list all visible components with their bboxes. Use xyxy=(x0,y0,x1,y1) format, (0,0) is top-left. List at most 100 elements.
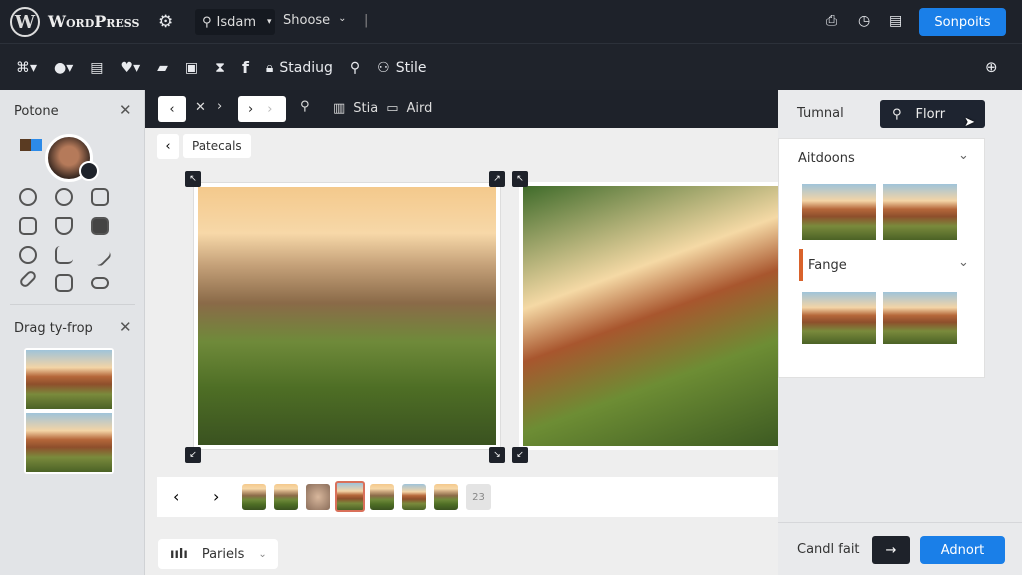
image-frame-left[interactable] xyxy=(193,182,501,450)
gear-icon[interactable]: ⚙ xyxy=(158,12,173,32)
chat-icon[interactable] xyxy=(55,188,73,206)
separator: | xyxy=(364,13,369,28)
status-text: Candl fait xyxy=(797,542,860,557)
bookmark-icon[interactable]: ▣ xyxy=(185,60,198,76)
search-icon: ⚲ xyxy=(202,14,212,30)
resize-handle-icon[interactable]: ↖ xyxy=(512,171,528,187)
card-icon xyxy=(20,139,42,151)
sonpoits-button[interactable]: Sonpoits xyxy=(919,8,1006,36)
forward-button[interactable]: › › xyxy=(238,96,286,122)
lock-label: Stadiug xyxy=(279,59,333,76)
chevron-down-icon[interactable]: ⌄ xyxy=(958,148,969,163)
print-icon[interactable]: ⎙ xyxy=(826,13,837,29)
search-icon[interactable]: ⚲ xyxy=(350,60,360,76)
twitter-icon[interactable]: ♥▾ xyxy=(121,60,141,76)
stia-label[interactable]: Stia xyxy=(353,101,378,116)
resize-handle-icon[interactable]: ↖ xyxy=(185,171,201,187)
smile-icon[interactable] xyxy=(19,188,37,206)
bar-chart-icon: ıılı xyxy=(170,546,188,562)
breadcrumb[interactable]: Patecals xyxy=(183,134,251,158)
aird-label[interactable]: Aird xyxy=(407,101,433,116)
eraser-icon[interactable] xyxy=(18,269,38,289)
gallery-thumb[interactable] xyxy=(802,292,876,344)
next-arrow-button[interactable]: → xyxy=(872,536,910,564)
link-icon[interactable] xyxy=(91,277,109,289)
image-frame-right[interactable] xyxy=(519,182,778,450)
close-icon[interactable]: ✕ xyxy=(119,101,132,119)
gallery-thumb[interactable] xyxy=(883,184,957,240)
close-icon[interactable]: ✕ xyxy=(195,100,206,115)
info-icon[interactable] xyxy=(19,246,37,264)
dropzone[interactable] xyxy=(24,348,114,474)
section-fange[interactable]: Fange xyxy=(808,258,847,273)
divider xyxy=(10,304,135,305)
tab-tumnal[interactable]: Tumnal xyxy=(797,106,844,121)
prev-button[interactable]: ‹ xyxy=(173,487,179,506)
editor-toolbar: ‹ ✕ › › › ⚲ ▥ Stia ▭ Aird xyxy=(145,90,778,128)
arrow-right-icon: → xyxy=(885,542,897,558)
list-icon[interactable]: ▤ xyxy=(90,60,103,76)
chevron-down-icon: ⌄ xyxy=(338,13,347,24)
resize-handle-icon[interactable]: ↙ xyxy=(185,447,201,463)
apps-icon[interactable]: ⌘▾ xyxy=(16,60,37,76)
panels-dropdown[interactable]: ıılı Pariels ⌄ xyxy=(158,539,278,569)
clipboard-icon: ▥ xyxy=(333,101,346,116)
clock-icon[interactable]: ◷ xyxy=(858,13,870,29)
facebook-icon[interactable]: f xyxy=(242,58,249,77)
style-label: Stile xyxy=(395,59,427,76)
chevron-right-icon[interactable]: › xyxy=(217,99,222,114)
shield-icon[interactable] xyxy=(55,217,73,235)
filmstrip-thumb[interactable] xyxy=(434,484,458,510)
hourglass-icon[interactable]: ⧗ xyxy=(215,60,225,76)
resize-handle-icon[interactable]: ↗ xyxy=(489,171,505,187)
document-icon[interactable]: ▤ xyxy=(889,13,902,29)
chevron-down-icon: ▾ xyxy=(267,17,272,27)
left-panel: Potone ✕ Drag ty-frop ✕ xyxy=(0,90,145,575)
filmstrip-thumb[interactable] xyxy=(370,484,394,510)
landscape-image[interactable] xyxy=(198,187,496,445)
dropped-image[interactable] xyxy=(26,350,112,409)
adnort-button[interactable]: Adnort xyxy=(920,536,1005,564)
filmstrip-thumb-selected[interactable] xyxy=(335,481,365,512)
section-aitdoons[interactable]: Aitdoons xyxy=(798,151,855,166)
search-icon: ⚲ xyxy=(892,106,902,122)
landscape-image[interactable] xyxy=(523,186,778,446)
filmstrip-thumb[interactable] xyxy=(274,484,298,510)
chevron-down-icon: ⌄ xyxy=(258,548,267,560)
table-icon[interactable] xyxy=(55,274,73,292)
right-panel: Tumnal ⚲ Florr ➤ Aitdoons ⌄ Fange ⌄ Candl… xyxy=(778,90,1022,575)
search-dropdown[interactable]: ⚲ Isdam ▾ xyxy=(195,9,275,35)
filmstrip-thumb[interactable] xyxy=(402,484,426,510)
gallery-thumb[interactable] xyxy=(883,292,957,344)
more-count[interactable]: 23 xyxy=(466,484,491,510)
filmstrip-thumb[interactable] xyxy=(242,484,266,510)
search-icon[interactable]: ⚲ xyxy=(300,99,310,114)
resize-handle-icon[interactable]: ↙ xyxy=(512,447,528,463)
chevron-down-icon[interactable]: ⌄ xyxy=(958,255,969,270)
filmstrip-thumb[interactable] xyxy=(306,484,330,510)
briefcase-icon[interactable] xyxy=(91,217,109,235)
lock-button[interactable]: 🔒︎ Stadiug xyxy=(266,60,333,76)
dragdrop-title: Drag ty-frop xyxy=(14,321,93,336)
back-button[interactable]: ‹ xyxy=(158,96,186,122)
pencil-icon[interactable] xyxy=(87,242,113,268)
close-icon[interactable]: ✕ xyxy=(119,318,132,336)
apple-icon[interactable]: ●▾ xyxy=(54,60,73,76)
gallery-thumb[interactable] xyxy=(802,184,876,240)
next-button[interactable]: › xyxy=(213,487,219,506)
resize-handle-icon[interactable]: ↘ xyxy=(489,447,505,463)
zoom-icon[interactable]: ⊕ xyxy=(985,58,998,76)
wordpress-logo-icon[interactable]: W xyxy=(10,7,40,37)
style-button[interactable]: ⚇ Stile xyxy=(377,60,426,76)
breadcrumb-back-button[interactable]: ‹ xyxy=(157,134,179,159)
choose-dropdown[interactable]: Shoose ⌄ xyxy=(283,13,347,28)
search-label: Isdam xyxy=(216,14,257,30)
folder-icon[interactable]: ▰ xyxy=(157,60,168,76)
gamepad-icon[interactable] xyxy=(19,217,37,235)
canvas: ‹ Patecals ↖ ↗ ↖ ↙ ↘ ↙ ‹ › 23 ıılı Pariel… xyxy=(145,128,778,575)
chart-icon[interactable] xyxy=(91,188,109,206)
panels-label: Pariels xyxy=(201,546,245,562)
pen-icon[interactable] xyxy=(55,246,73,264)
card-icon: ▭ xyxy=(386,101,399,116)
dropped-image[interactable] xyxy=(26,413,112,472)
